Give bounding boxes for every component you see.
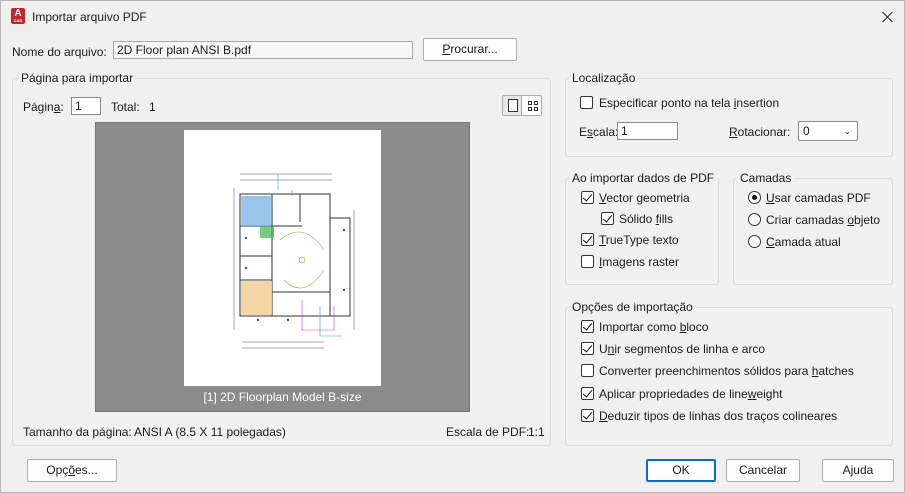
total-value: 1 xyxy=(149,100,156,114)
thumbnail-grid-view-icon[interactable] xyxy=(523,96,542,115)
create-object-layers-radio[interactable] xyxy=(748,213,761,226)
use-pdf-layers-radio[interactable] xyxy=(748,191,761,204)
browse-button[interactable]: Procurar... xyxy=(423,38,517,61)
cancel-button[interactable]: Cancelar xyxy=(726,459,800,482)
page-to-import-title: Página para importar xyxy=(18,71,137,85)
pdf-scale-value: 1:1 xyxy=(528,425,545,439)
apply-lineweight-label: Aplicar propriedades de lineweight xyxy=(599,387,783,401)
import-as-block-label: Importar como bloco xyxy=(599,320,709,334)
scale-label: Escala: xyxy=(579,125,619,139)
import-as-block-checkbox[interactable] xyxy=(581,320,594,333)
ok-button[interactable]: OK xyxy=(646,459,716,482)
total-label: Total: xyxy=(111,100,140,114)
convert-solid-fills-checkbox[interactable] xyxy=(581,364,594,377)
options-button[interactable]: Opções... xyxy=(27,459,117,482)
scale-input[interactable]: 1 xyxy=(617,122,678,140)
chevron-down-icon: ⌄ xyxy=(843,126,851,136)
infer-linetypes-checkbox[interactable] xyxy=(581,409,594,422)
raster-images-checkbox[interactable] xyxy=(581,255,594,268)
specify-on-screen-checkbox[interactable] xyxy=(580,96,593,109)
create-object-layers-label: Criar camadas objeto xyxy=(766,213,881,227)
solid-fills-label: Sólido fills xyxy=(619,212,674,226)
page-size-label: Tamanho da página: xyxy=(23,425,132,439)
location-group xyxy=(565,78,893,157)
vector-geometry-checkbox[interactable] xyxy=(581,191,594,204)
location-title: Localização xyxy=(569,71,639,85)
vector-geometry-label: Vector geometria xyxy=(599,191,690,205)
rotate-label: Rotacionar: xyxy=(729,125,791,139)
layers-title: Camadas xyxy=(737,171,795,185)
apply-lineweight-checkbox[interactable] xyxy=(581,387,594,400)
page-size-value: ANSI A (8.5 X 11 polegadas) xyxy=(134,425,286,439)
current-layer-radio[interactable] xyxy=(748,235,761,248)
raster-images-label: Imagens raster xyxy=(599,255,680,269)
join-segments-label: Unir segmentos de linha e arco xyxy=(599,342,766,356)
page-label: Página: xyxy=(23,100,64,114)
pdf-data-title: Ao importar dados de PDF xyxy=(569,171,718,185)
truetype-text-label: TrueType texto xyxy=(599,233,679,247)
help-button[interactable]: Ajuda xyxy=(822,459,894,482)
file-name-field[interactable]: 2D Floor plan ANSI B.pdf xyxy=(113,41,413,59)
import-pdf-dialog: A CAD Importar arquivo PDF Nome do arquiv… xyxy=(0,0,905,493)
truetype-text-checkbox[interactable] xyxy=(581,233,594,246)
import-options-title: Opções de importação xyxy=(569,300,696,314)
page-number-input[interactable]: 1 xyxy=(71,97,101,115)
rotation-select[interactable]: 0 ⌄ xyxy=(798,121,858,141)
use-pdf-layers-label: Usar camadas PDF xyxy=(766,191,871,205)
infer-linetypes-label: Deduzir tipos de linhas dos traços colin… xyxy=(599,409,838,423)
convert-solid-fills-label: Converter preenchimentos sólidos para ha… xyxy=(599,364,854,378)
file-name-label: Nome do arquivo: xyxy=(12,45,107,59)
title-bar[interactable]: A CAD Importar arquivo PDF xyxy=(1,1,904,32)
view-toggle xyxy=(502,95,542,116)
floor-plan-drawing xyxy=(233,173,355,349)
current-layer-label: Camada atual xyxy=(766,235,841,249)
solid-fills-checkbox[interactable] xyxy=(601,212,614,225)
single-page-view-icon[interactable] xyxy=(503,96,522,115)
pdf-scale-label: Escala de PDF: xyxy=(446,425,530,439)
autocad-logo-icon: A CAD xyxy=(11,8,25,24)
page-preview: [1] 2D Floorplan Model B-size xyxy=(95,122,470,412)
window-title: Importar arquivo PDF xyxy=(32,10,147,24)
close-icon[interactable] xyxy=(879,8,897,26)
join-segments-checkbox[interactable] xyxy=(581,342,594,355)
specify-on-screen-label: Especificar ponto na tela insertion xyxy=(599,96,780,110)
preview-caption: [1] 2D Floorplan Model B-size xyxy=(203,390,362,404)
page-thumbnail[interactable] xyxy=(184,130,381,386)
